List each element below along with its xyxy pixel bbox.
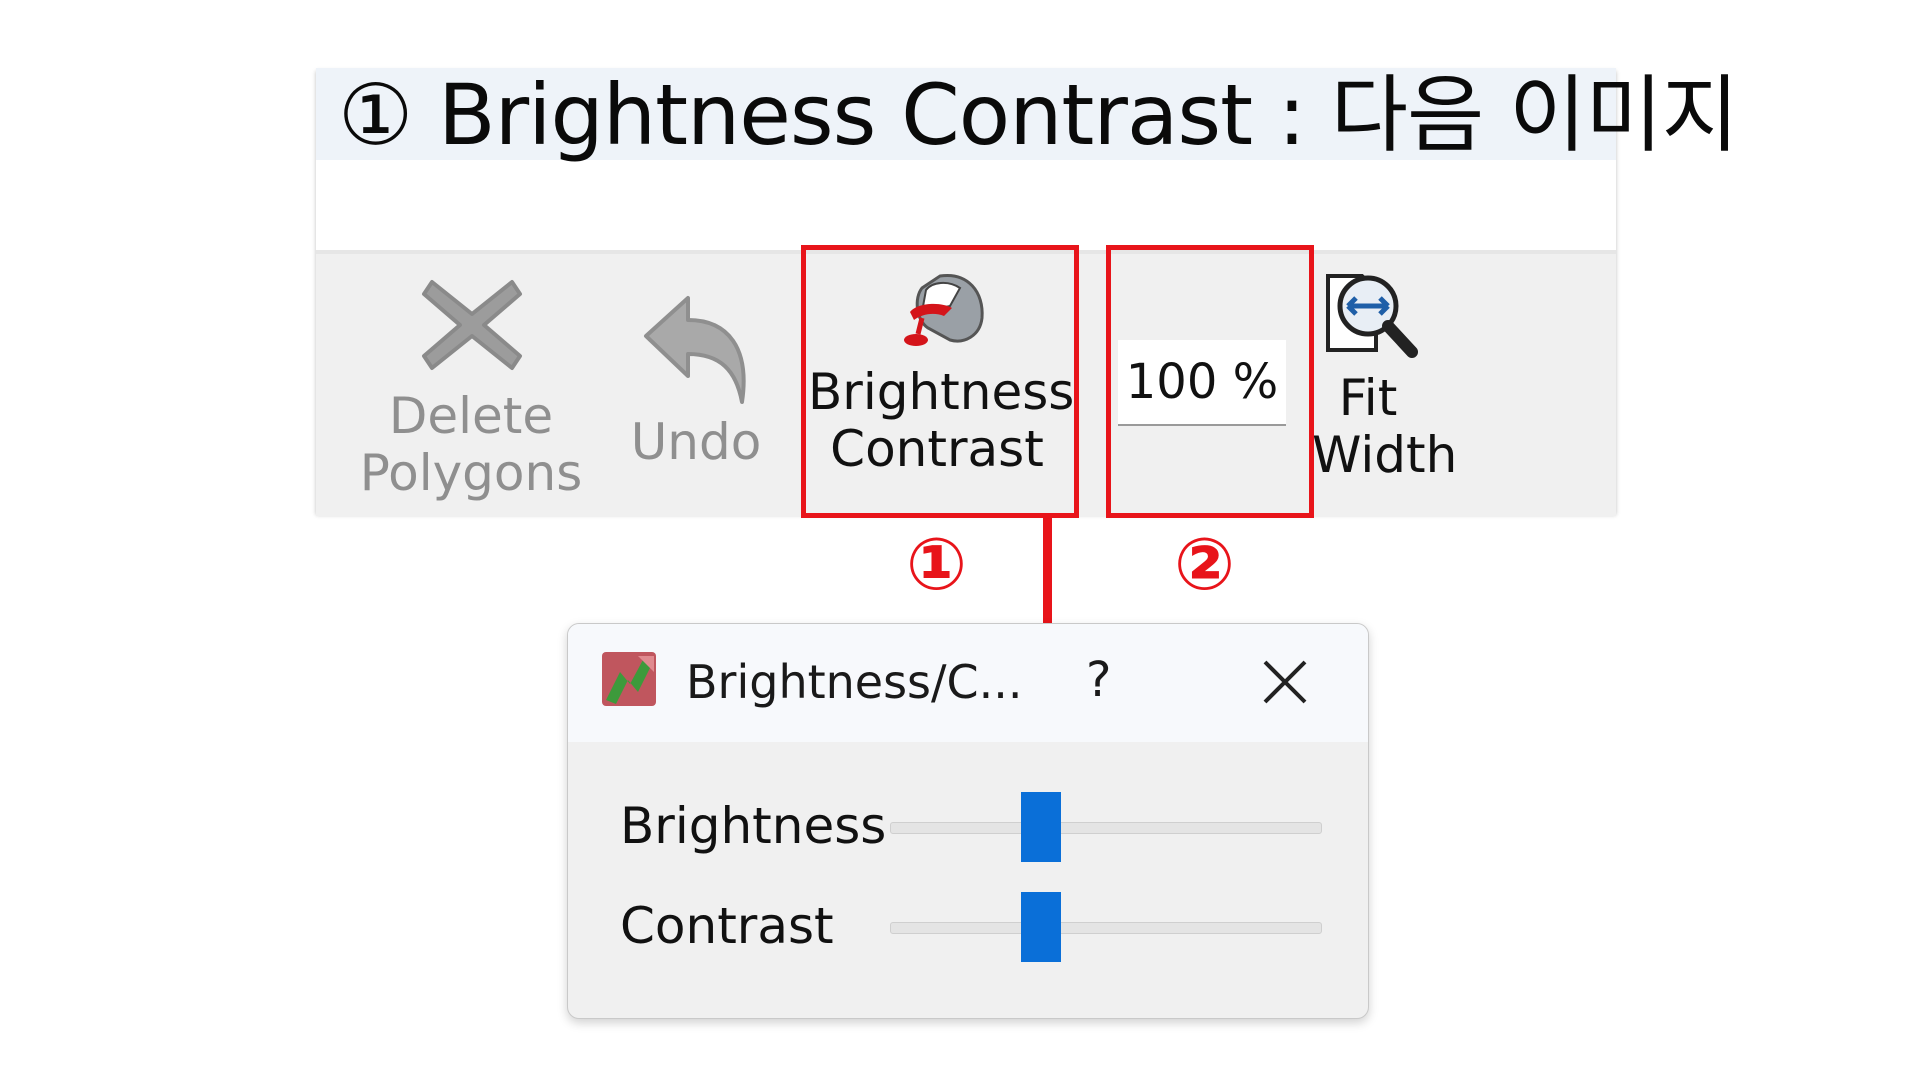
brightness-label: Brightness [620,797,887,855]
zoom-input[interactable]: 100 % [1118,340,1286,426]
contrast-slider-track[interactable] [890,922,1322,934]
brightness-slider-thumb[interactable] [1020,792,1061,862]
help-button[interactable]: ? [1086,650,1111,710]
app-icon [602,652,656,706]
delete-polygons-button[interactable]: Delete Polygons [356,254,586,516]
fit-width-magnifier-icon [1326,274,1418,358]
brightness-contrast-icon [904,274,984,346]
brightness-slider-track[interactable] [890,822,1322,834]
toolbar: Delete Polygons Undo Brightness Contrast… [316,250,1616,516]
fit-width-button[interactable]: Fit Width [1312,254,1458,516]
title-bar: ① Brightness Contrast : 다음 이미지 [316,68,1739,162]
delete-x-icon [422,280,522,370]
marker-1: ① [906,522,967,606]
toolbar-panel: ① Brightness Contrast : 다음 이미지 Delete Po… [316,68,1739,516]
contrast-label: Contrast [620,897,834,955]
brightness-contrast-label: Brightness Contrast [808,363,1075,478]
delete-polygons-label: Delete Polygons [359,387,583,502]
undo-button[interactable]: Undo [616,254,776,516]
marker-2: ② [1174,522,1235,606]
fit-width-label: Fit Width [1312,369,1458,484]
undo-label: Undo [630,413,762,471]
dialog-title: Brightness/C... [686,655,1023,709]
dialog-title-bar[interactable]: Brightness/C... ? [568,624,1368,742]
undo-arrow-icon [644,296,746,404]
contrast-slider-thumb[interactable] [1020,892,1061,962]
brightness-contrast-dialog: Brightness/C... ? Brightness Contrast [567,623,1369,1019]
close-icon[interactable] [1255,652,1315,712]
page-title: ① Brightness Contrast : 다음 이미지 [338,66,1739,164]
brightness-contrast-button[interactable]: Brightness Contrast [808,254,1075,516]
